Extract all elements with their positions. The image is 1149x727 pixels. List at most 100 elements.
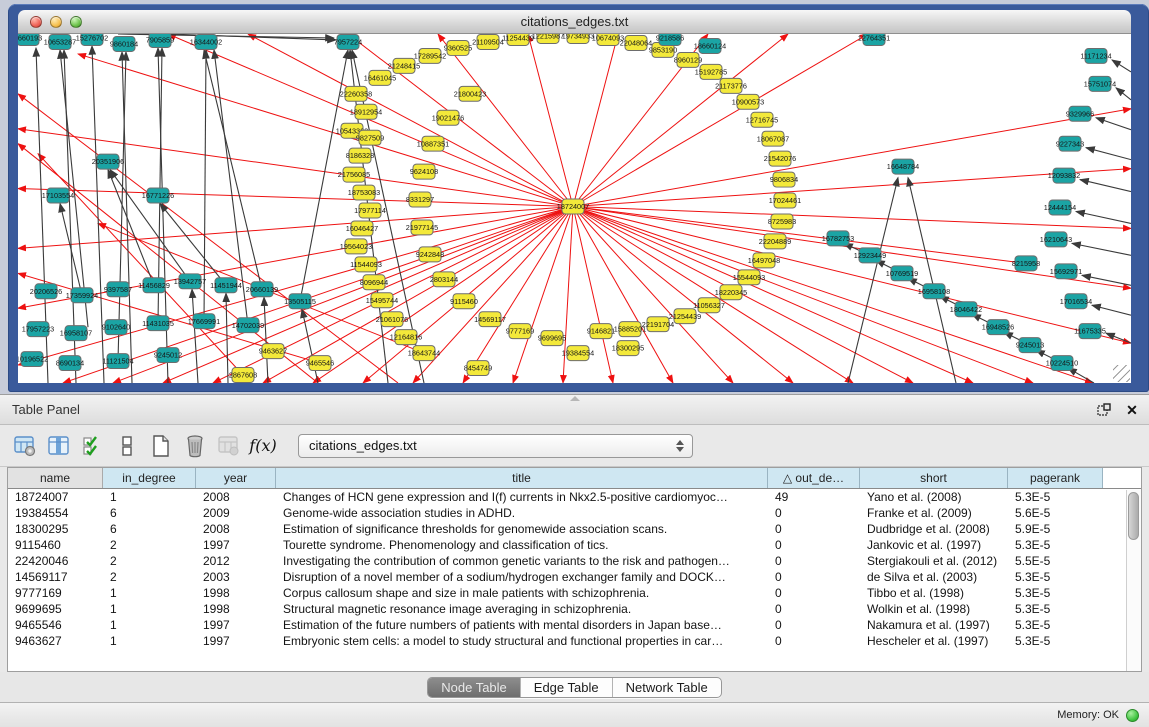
graph-node[interactable]: 2867608 <box>229 368 257 383</box>
graph-node[interactable]: 16948526 <box>982 320 1014 335</box>
graph-edge[interactable] <box>168 34 573 207</box>
graph-edge[interactable] <box>573 207 733 383</box>
vertical-scrollbar[interactable] <box>1126 490 1141 671</box>
graph-node[interactable]: 21061076 <box>376 312 408 327</box>
graph-node[interactable]: 12215987 <box>532 34 564 43</box>
graph-node[interactable]: 12164816 <box>390 330 422 345</box>
graph-node[interactable]: 8215958 <box>1012 256 1040 271</box>
graph-node[interactable]: 12764351 <box>858 34 890 45</box>
graph-node[interactable]: 9218586 <box>656 34 684 45</box>
graph-node[interactable]: 16461045 <box>364 70 396 85</box>
graph-edge[interactable] <box>60 204 82 296</box>
table-row[interactable]: 1872400712008Changes of HCN gene express… <box>8 489 1141 505</box>
close-window-icon[interactable] <box>30 16 42 28</box>
graph-node[interactable]: 10653287 <box>44 34 76 49</box>
graph-edge[interactable] <box>226 293 228 383</box>
graph-node[interactable]: 18046422 <box>950 302 982 317</box>
memory-status-indicator[interactable] <box>1126 709 1139 722</box>
graph-node[interactable]: 8690134 <box>56 356 84 371</box>
graph-node[interactable]: 17977114 <box>354 203 386 218</box>
maximize-window-icon[interactable] <box>70 16 82 28</box>
graph-node[interactable]: 22204889 <box>759 234 791 249</box>
graph-node[interactable]: 11121504 <box>102 354 133 369</box>
tab-network-table[interactable]: Network Table <box>612 678 721 697</box>
graph-node[interactable]: 8186328 <box>346 148 374 163</box>
close-panel-icon[interactable]: ✕ <box>1121 399 1143 421</box>
graph-edge[interactable] <box>78 54 573 207</box>
graph-node[interactable]: 22260358 <box>340 86 372 101</box>
graph-node[interactable]: 15544093 <box>733 270 765 285</box>
graph-node[interactable]: 18660124 <box>694 38 726 53</box>
table-row[interactable]: 1456911722003Disruption of a novel membe… <box>8 569 1141 585</box>
graph-node[interactable]: 19021476 <box>432 110 464 125</box>
scrollbar-thumb[interactable] <box>1128 492 1139 540</box>
graph-node[interactable]: 7905859 <box>146 34 174 47</box>
graph-node[interactable]: 21248415 <box>388 58 420 73</box>
graph-node[interactable]: 11056327 <box>693 298 725 313</box>
table-select-dropdown[interactable]: citations_edges.txt <box>298 434 693 458</box>
graph-edge[interactable] <box>908 178 956 383</box>
graph-node[interactable]: 9465546 <box>306 356 334 371</box>
graph-node[interactable]: 17103554 <box>42 188 74 203</box>
row-height-icon[interactable] <box>112 431 142 461</box>
graph-node[interactable]: 20206526 <box>30 284 62 299</box>
graph-node[interactable]: 9806834 <box>770 172 798 187</box>
graph-node[interactable]: 18643744 <box>408 346 440 361</box>
graph-node[interactable]: 17669991 <box>188 314 220 329</box>
graph-node[interactable]: 19734933 <box>562 34 594 43</box>
graph-node[interactable]: 10224510 <box>1046 356 1078 371</box>
graph-node[interactable]: 15751074 <box>1084 76 1116 91</box>
graph-node[interactable]: 9699695 <box>538 331 566 346</box>
graph-edge[interactable] <box>108 170 154 286</box>
network-canvas[interactable]: 1872400722260358189129541054336298275098… <box>18 34 1131 383</box>
graph-node[interactable]: 16210643 <box>1040 232 1072 247</box>
graph-edge[interactable] <box>1086 148 1131 160</box>
graph-node[interactable]: 17024461 <box>769 193 801 208</box>
graph-node[interactable]: 22191704 <box>642 317 674 332</box>
graph-node[interactable]: 17359924 <box>66 288 98 303</box>
graph-edge[interactable] <box>1096 118 1131 130</box>
column-header-in_degree[interactable]: in_degree <box>103 468 196 488</box>
graph-node[interactable]: 9397587 <box>104 282 132 297</box>
graph-node[interactable]: 16344002 <box>190 34 222 49</box>
graph-node[interactable]: 9146821 <box>587 324 615 339</box>
graph-node[interactable]: 9115460 <box>450 294 478 309</box>
graph-node[interactable]: 12444154 <box>1044 200 1076 215</box>
table-row[interactable]: 977716911998Corpus callosum shape and si… <box>8 585 1141 601</box>
graph-node[interactable]: 16046427 <box>346 221 378 236</box>
table-settings-icon[interactable] <box>10 431 40 461</box>
graph-node[interactable]: 9329966 <box>1066 106 1094 121</box>
resize-grip[interactable] <box>1113 365 1130 382</box>
graph-node[interactable]: 9624108 <box>410 164 438 179</box>
graph-node[interactable]: 11544093 <box>350 257 382 272</box>
graph-node[interactable]: 21756085 <box>338 167 370 182</box>
graph-edge[interactable] <box>573 207 853 383</box>
graph-node[interactable]: 8960129 <box>674 52 702 67</box>
graph-node[interactable]: 7660193 <box>18 34 42 45</box>
column-header-pagerank[interactable]: pagerank <box>1008 468 1103 488</box>
graph-node[interactable]: 13505115 <box>284 294 316 309</box>
graph-node[interactable]: 17957223 <box>22 322 54 337</box>
graph-node[interactable]: 2803144 <box>430 272 458 287</box>
graph-node[interactable]: 18753083 <box>348 185 380 200</box>
graph-node[interactable]: 8331297 <box>406 192 434 207</box>
graph-node[interactable]: 16771226 <box>142 188 174 203</box>
graph-node[interactable]: 9245012 <box>154 348 182 363</box>
graph-node[interactable]: 16648784 <box>887 159 919 174</box>
graph-node[interactable]: 9860184 <box>110 36 138 51</box>
graph-edge[interactable] <box>18 207 573 366</box>
graph-node[interactable]: 17289542 <box>414 48 446 63</box>
graph-node[interactable]: 18300295 <box>612 341 644 356</box>
graph-edge[interactable] <box>848 178 898 383</box>
tab-edge-table[interactable]: Edge Table <box>520 678 612 697</box>
graph-node[interactable]: 10900573 <box>732 94 764 109</box>
graph-node[interactable]: 14702039 <box>232 318 264 333</box>
graph-node[interactable]: 9227343 <box>1056 136 1084 151</box>
graph-node[interactable]: 11456829 <box>138 278 170 293</box>
graph-node[interactable]: 9245013 <box>1016 338 1044 353</box>
graph-node[interactable]: 15692971 <box>1050 264 1082 279</box>
graph-node[interactable]: 10887351 <box>417 136 449 151</box>
graph-node[interactable]: 9242848 <box>416 247 444 262</box>
graph-node[interactable]: 15192785 <box>695 64 727 79</box>
graph-edge[interactable] <box>1116 88 1131 100</box>
